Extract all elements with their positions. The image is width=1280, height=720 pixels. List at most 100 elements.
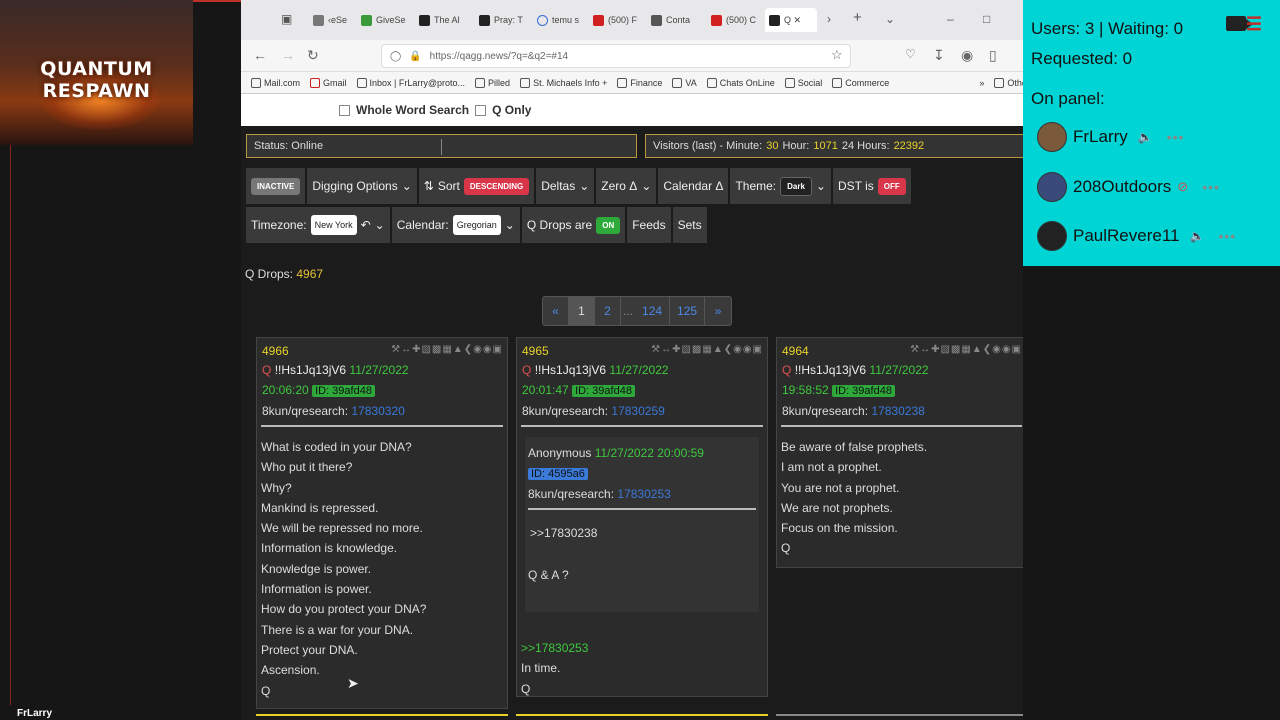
bookmark-item[interactable]: Chats OnLine [706, 77, 775, 88]
post-text-line: Why? [261, 480, 292, 495]
qdrops-toggle[interactable]: Q Drops are ON [521, 207, 626, 243]
bookmark-item[interactable]: Mail.com [251, 77, 300, 88]
more-icon[interactable]: ••• [1202, 179, 1220, 195]
pager-next[interactable]: » [705, 297, 731, 325]
folder-icon [784, 77, 795, 88]
bookmark-item[interactable]: Inbox | FrLarry@proto... [356, 77, 465, 88]
streamer-name: FrLarry [17, 708, 53, 719]
tab-2[interactable]: GiveSe [361, 8, 411, 32]
calendar-delta-button[interactable]: Calendar Δ [658, 168, 729, 204]
post-tools[interactable]: ⚒↔✚▧▩▦▲❮◉◉▣ [391, 344, 503, 355]
tab-scroll-right-icon[interactable]: › [827, 12, 831, 26]
extensions-icon[interactable]: ▯ [989, 47, 997, 64]
q-marker: Q [522, 363, 532, 377]
pager-page-124[interactable]: 124 [635, 297, 671, 325]
pager-page-2[interactable]: 2 [595, 297, 621, 325]
deltas-dropdown[interactable]: Deltas ⌄ [536, 168, 595, 204]
dst-toggle[interactable]: DST is OFF [832, 168, 911, 204]
panel-requested: Requested: 0 [1031, 49, 1133, 68]
digging-options-dropdown[interactable]: Digging Options ⌄ [307, 168, 417, 204]
pager-page-1[interactable]: 1 [569, 297, 595, 325]
tab-5[interactable]: temu s [537, 8, 585, 32]
pager-page-125[interactable]: 125 [670, 297, 706, 325]
folder-icon [994, 77, 1005, 88]
feeds-label: Feeds [632, 218, 666, 232]
bookmark-item[interactable]: Other Bookma [994, 77, 1023, 88]
bookmark-label: Gmail [323, 77, 347, 88]
panel-member[interactable]: 208Outdoors ⊘ ••• [1037, 170, 1220, 204]
sets-button[interactable]: Sets [672, 207, 707, 243]
post-tools[interactable]: ⚒↔✚▧▩▦▲❮◉◉▣ [651, 344, 763, 355]
feeds-button[interactable]: Feeds [627, 207, 671, 243]
forward-icon[interactable]: → [281, 47, 295, 63]
back-icon[interactable]: ← [253, 47, 267, 63]
post-body: >>17830253 In time. Q [517, 612, 767, 705]
q-only-checkbox[interactable] [475, 104, 487, 116]
new-tab-icon[interactable]: + [853, 9, 862, 26]
sort-label: Sort [437, 179, 460, 193]
descending-badge: DESCENDING [463, 177, 530, 195]
tab-3[interactable]: The Al [419, 8, 467, 32]
tab-list-icon[interactable]: ⌄ [885, 12, 895, 26]
quoted-board-line: 8kun/qresearch: 17830253 [528, 487, 756, 502]
zero-delta-dropdown[interactable]: Zero Δ ⌄ [596, 168, 657, 204]
bookmark-item[interactable]: Finance [617, 77, 662, 88]
calendar-select[interactable]: Calendar: Gregorian ⌄ [391, 207, 520, 243]
bookmark-item[interactable]: VA [672, 77, 697, 88]
bookmark-star-icon[interactable]: ☆ [831, 47, 843, 63]
pocket-icon[interactable]: ♡ [905, 47, 916, 61]
post-link[interactable]: 17830320 [351, 404, 404, 418]
pager-prev[interactable]: « [543, 297, 569, 325]
bookmark-item[interactable]: St. Michaels Info + [520, 77, 607, 88]
q-marker: Q [782, 363, 792, 377]
quoted-ref[interactable]: >>17830238 [528, 526, 756, 540]
whole-word-checkbox[interactable] [339, 104, 350, 116]
dst-value: OFF [877, 177, 906, 195]
minimize-icon[interactable]: – [947, 12, 954, 26]
globe-icon [356, 77, 367, 88]
panel-member[interactable]: PaulRevere11 🔈 ••• [1037, 219, 1236, 253]
tab-8[interactable]: (500) C [711, 8, 759, 32]
post-board-line: 8kun/qresearch: 17830238 [782, 404, 1021, 419]
tab-6[interactable]: (500) F [593, 8, 643, 32]
quoted-post: Anonymous 11/27/2022 20:00:59 ID: 4595a6… [525, 437, 759, 612]
reload-icon[interactable]: ↻ [307, 47, 319, 64]
bookmark-item[interactable]: Pilled [475, 77, 510, 88]
camera-icon[interactable] [1226, 16, 1253, 31]
maximize-icon[interactable]: □ [983, 12, 990, 26]
bookmark-item[interactable]: Gmail [310, 77, 347, 88]
tab-1[interactable]: ‹eSe [313, 8, 353, 32]
menu-icon[interactable]: ☰ [1246, 14, 1262, 35]
timezone-select[interactable]: Timezone: New York ↶ ⌄ [246, 207, 390, 243]
quoted-spacer [528, 582, 756, 604]
post-link[interactable]: 17830238 [871, 404, 924, 418]
quoted-link[interactable]: 17830253 [617, 487, 670, 501]
tab-9-active[interactable]: Q ✕ [765, 8, 817, 32]
options-toolbar-2: Timezone: New York ↶ ⌄ Calendar: Gregorian ⌄ … [246, 207, 707, 243]
tab-overview-icon[interactable]: ▣ [281, 12, 292, 26]
post-link[interactable]: 17830259 [611, 404, 664, 418]
sort-button[interactable]: ⇅ Sort DESCENDING [418, 168, 535, 204]
more-icon[interactable]: ••• [1218, 228, 1236, 244]
visitors-bar: Visitors (last) - Minute: 30 Hour: 1071 … [645, 134, 1023, 158]
more-icon[interactable]: ••• [1167, 129, 1185, 145]
reply-ref[interactable]: >>17830253 [521, 638, 763, 658]
tab-4[interactable]: Pray: T [479, 8, 527, 32]
download-icon[interactable]: ↧ [933, 47, 945, 64]
member-name: 208Outdoors [1073, 177, 1172, 196]
bookmark-item[interactable]: Commerce [832, 77, 889, 88]
post-tools[interactable]: ⚒↔✚▧▩▦▲❮◉◉▣ [910, 344, 1022, 355]
inactive-toggle[interactable]: INACTIVE [246, 168, 306, 204]
bookmark-overflow-icon[interactable]: » [979, 78, 984, 88]
account-icon[interactable]: ◉ [961, 47, 973, 64]
quoted-id-line: ID: 4595a6 [528, 466, 756, 482]
panel-member[interactable]: FrLarry 🔈 ••• [1037, 120, 1184, 154]
tab-7[interactable]: Conta [651, 8, 699, 32]
theme-select[interactable]: Theme: Dark ⌄ [730, 168, 831, 204]
bookmark-item[interactable]: Social [784, 77, 822, 88]
undo-icon[interactable]: ↶ [361, 218, 371, 232]
tab-label: Pray: T [494, 15, 523, 25]
muted-mic-icon: ⊘ [1177, 179, 1189, 194]
tab-label: temu s [552, 15, 580, 25]
url-bar[interactable]: ◯ 🔒 https://qagg.news/?q=&q2=#14 [381, 44, 851, 68]
